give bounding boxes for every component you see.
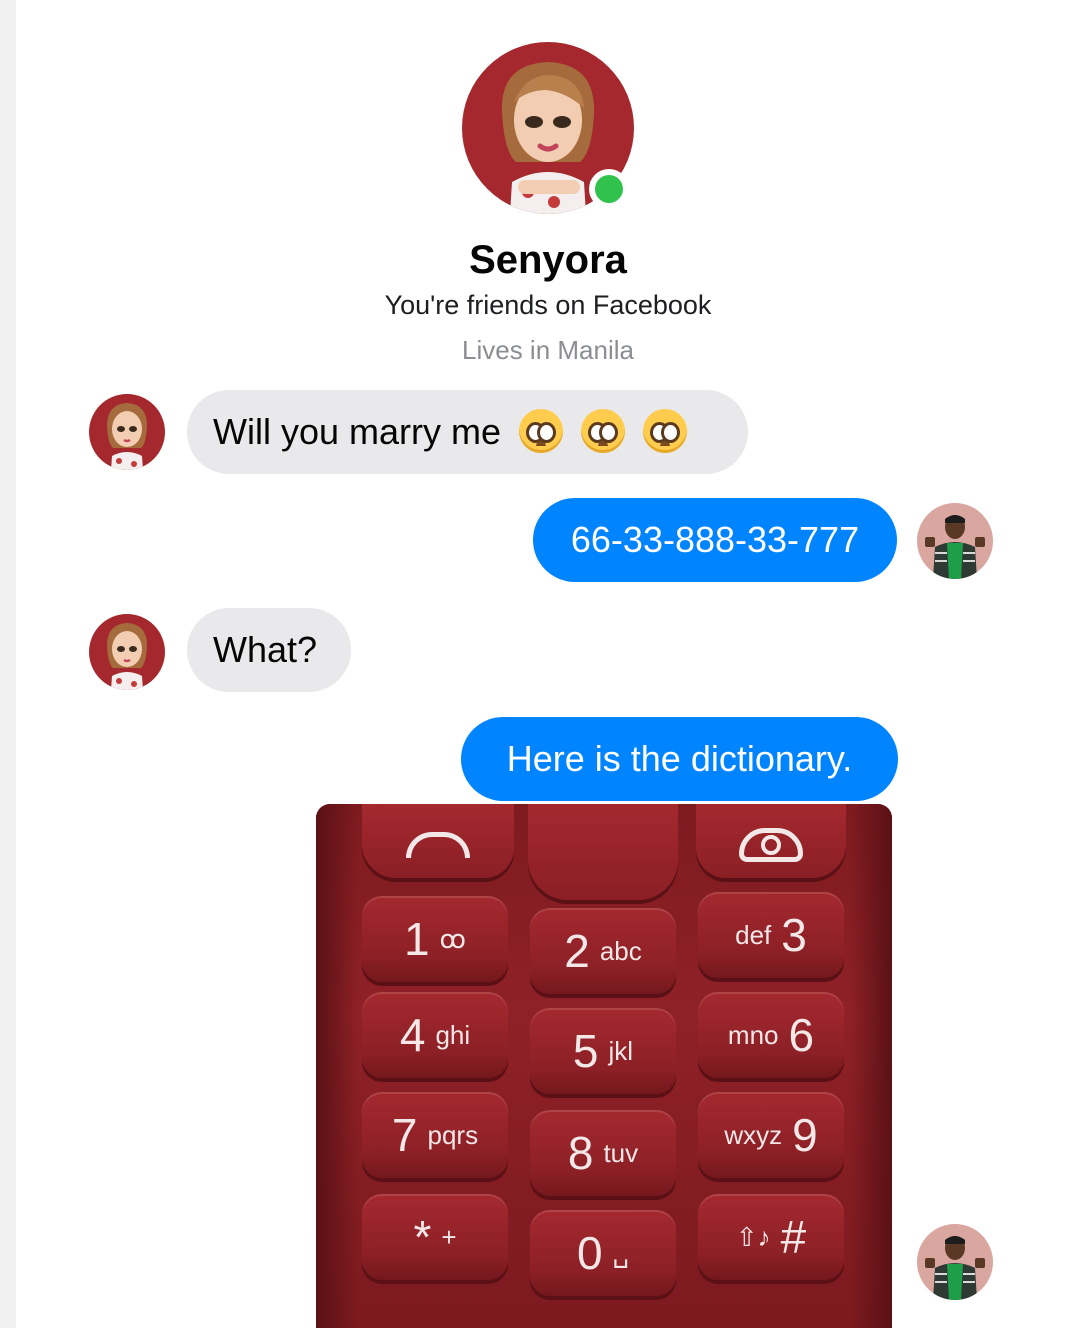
user-avatar[interactable] (917, 1224, 993, 1300)
key-hash: ⇧♪ # (698, 1194, 844, 1280)
key-7: 7 pqrs (362, 1092, 508, 1178)
profile-name: Senyora (469, 238, 627, 282)
message-bubble-outgoing[interactable]: Here is the dictionary. (461, 717, 898, 801)
pleading-face-emoji (643, 409, 688, 454)
message-text: 66-33-888-33-777 (570, 519, 860, 560)
end-key (696, 804, 846, 878)
online-status-dot (589, 169, 629, 209)
key-1: 1ꝏ (362, 896, 508, 982)
user-avatar[interactable] (917, 503, 993, 579)
screen-edge (0, 0, 16, 1328)
message-text: Will you marry me (213, 411, 502, 452)
contact-avatar[interactable] (89, 394, 165, 470)
key-star: * + (362, 1194, 508, 1280)
pleading-face-emoji (519, 409, 564, 454)
key-4: 4 ghi (362, 992, 508, 1078)
key-5: 5 jkl (530, 1008, 676, 1094)
profile-location: Lives in Manila (462, 335, 634, 365)
message-text: What? (213, 629, 318, 670)
navigation-key (528, 804, 678, 900)
message-text: Here is the dictionary. (506, 738, 853, 779)
keypad-photo-attachment[interactable]: 1ꝏ 2 abc def 3 4 ghi 5 jkl mno 6 7 pqrs 8 tuv w… (316, 804, 892, 1328)
pleading-face-emoji (581, 409, 626, 454)
power-icon (739, 828, 803, 862)
call-key (362, 804, 514, 878)
message-bubble-incoming[interactable]: Will you marry me (187, 390, 748, 474)
call-icon (406, 832, 470, 858)
message-bubble-outgoing[interactable]: 66-33-888-33-777 (533, 498, 897, 582)
key-0: 0 ␣ (530, 1210, 676, 1296)
friends-status: You're friends on Facebook (384, 290, 712, 320)
key-3: def 3 (698, 892, 844, 978)
message-bubble-incoming[interactable]: What? (187, 608, 351, 692)
contact-avatar[interactable] (89, 614, 165, 690)
key-2: 2 abc (530, 908, 676, 994)
key-8: 8 tuv (530, 1110, 676, 1196)
key-9: wxyz 9 (698, 1092, 844, 1178)
key-6: mno 6 (698, 992, 844, 1078)
